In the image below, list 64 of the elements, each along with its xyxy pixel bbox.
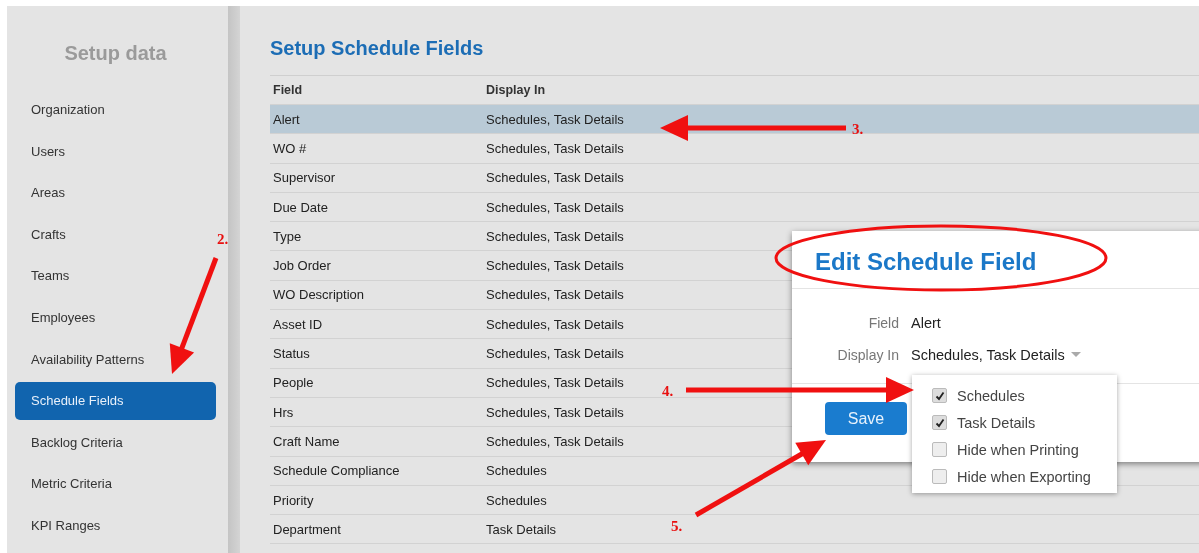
- caret-icon: [1070, 352, 1081, 358]
- table-cell: Type: [273, 228, 302, 244]
- sidebar-item[interactable]: Metric Criteria: [15, 465, 216, 504]
- sidebar-item[interactable]: KPI Ranges: [15, 506, 216, 545]
- table-cell: Asset ID: [273, 316, 323, 332]
- table-cell: Schedules, Task Details: [486, 111, 624, 127]
- table-cell: Supervisor: [273, 170, 336, 186]
- table-cell: Priority: [273, 492, 314, 508]
- table-cell: Hrs: [273, 404, 294, 420]
- table-cell: Schedules, Task Details: [486, 228, 624, 244]
- table-cell: Schedules, Task Details: [486, 140, 624, 156]
- sidebar-item[interactable]: Users: [15, 132, 216, 171]
- table-cell: Due Date: [273, 199, 328, 215]
- table-cell: Schedules, Task Details: [486, 316, 624, 332]
- table-row[interactable]: WO # Schedules, Task Details: [270, 134, 1199, 164]
- table-row[interactable]: Supervisor Schedules, Task Details: [270, 163, 1199, 193]
- checkbox[interactable]: [932, 442, 947, 457]
- table-cell: Schedules, Task Details: [486, 404, 624, 420]
- annotation-label: 3.: [852, 121, 864, 137]
- sidebar-item[interactable]: Areas: [15, 174, 216, 213]
- table-cell: Schedule Compliance: [273, 463, 400, 479]
- sidebar-item[interactable]: Employees: [15, 298, 216, 337]
- table-cell: Schedules, Task Details: [486, 170, 624, 186]
- sidebar-item[interactable]: Teams: [15, 257, 216, 296]
- table-cell: Craft Name: [273, 433, 340, 449]
- column-header: Display In: [486, 83, 546, 97]
- sidebar-item[interactable]: Backlog Criteria: [15, 423, 216, 462]
- checkbox[interactable]: [932, 388, 947, 403]
- table-cell: Status: [273, 346, 310, 361]
- table-cell: Department: [273, 521, 341, 537]
- table-cell: Schedules, Task Details: [486, 433, 624, 449]
- sidebar-title: Setup data: [63, 42, 168, 66]
- table-cell: Schedules, Task Details: [486, 199, 624, 215]
- table-row[interactable]: Due Date Schedules, Task Details: [270, 192, 1199, 223]
- sidebar-item[interactable]: Crafts: [15, 215, 216, 254]
- table-cell: Schedules, Task Details: [486, 375, 624, 391]
- annotation-label: 2.: [217, 231, 229, 247]
- table-cell: Schedules, Task Details: [486, 287, 624, 303]
- field-value: Alert: [911, 315, 942, 331]
- table-cell: Schedules, Task Details: [486, 258, 624, 274]
- table-cell: WO Description: [273, 287, 365, 303]
- save-button[interactable]: Save: [825, 402, 907, 435]
- table-cell: Job Order: [273, 258, 331, 274]
- annotation-label: 5.: [671, 518, 683, 534]
- table-cell: Schedules, Task Details: [486, 346, 624, 361]
- table-cell: Task Details: [486, 521, 557, 537]
- sidebar-item[interactable]: Organization: [15, 91, 216, 129]
- checkbox[interactable]: [932, 415, 947, 430]
- checkbox[interactable]: [932, 469, 947, 484]
- page-title: Setup Schedule Fields: [270, 37, 485, 61]
- table-cell: Alert: [273, 111, 300, 127]
- table-cell: WO #: [273, 140, 307, 156]
- field-label: Display In: [836, 347, 899, 363]
- table-cell: Schedules: [486, 492, 547, 508]
- column-header: Field: [273, 83, 303, 97]
- table-cell: People: [273, 375, 314, 391]
- table-cell: Schedules: [486, 463, 547, 479]
- sidebar-item[interactable]: Availability Patterns: [15, 340, 216, 379]
- annotation-label: 4.: [662, 383, 674, 399]
- option-label: Hide when Exporting: [957, 468, 1091, 485]
- display-in-dropdown[interactable]: Schedules, Task Details: [911, 347, 1081, 363]
- sidebar-item[interactable]: Schedule Fields: [15, 382, 216, 421]
- field-label: Field: [867, 315, 899, 331]
- option-label: Hide when Printing: [957, 441, 1079, 458]
